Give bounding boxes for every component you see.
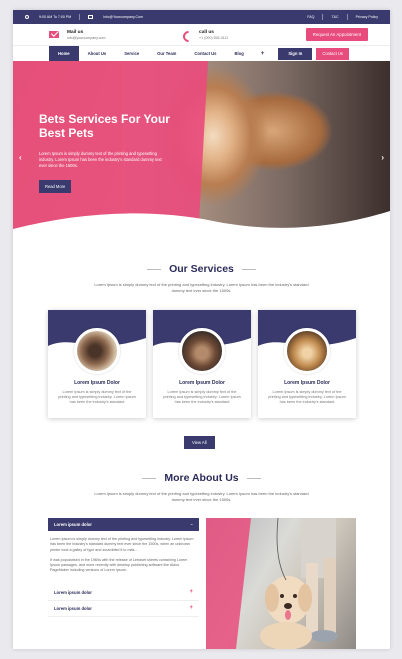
service-card[interactable]: Lorem Ipsum Dolor Lorem Ipsum is simply … [258,310,356,418]
nav-item-blog[interactable]: Blog [226,46,253,61]
divider [147,268,162,270]
divider [246,477,261,479]
signin-button[interactable]: Sign In [278,47,313,60]
accordion-paragraph: It was popularised in the 1960s with the… [50,557,188,573]
nav-item-home[interactable]: Home [49,46,79,61]
card-title: Lorem Ipsum Dolor [284,380,330,386]
mail-icon [88,15,94,19]
service-cards: Lorem Ipsum Dolor Lorem Ipsum is simply … [48,310,356,418]
about-heading: More About Us [13,472,390,484]
about-title: More About Us [164,472,239,484]
accordion-item[interactable]: Lorem ipsum dolor + [48,601,199,617]
accordion-header-open[interactable]: Lorem ipsum dolor − [48,518,199,531]
divider [241,268,256,270]
about-image [206,518,356,649]
services-description: Lorem Ipsum is simply dummy text of the … [94,282,309,293]
mail-value[interactable]: info@yourcompany.com [67,36,106,40]
plus-icon: + [189,589,193,596]
nav-item-team[interactable]: Our Team [148,46,185,61]
page: 9:00 AM To 7:00 PM Info@Yourcompany.Com … [13,10,390,649]
link-tc[interactable]: T&C [331,15,338,19]
divider [322,14,324,20]
view-all-button[interactable]: View All [184,436,215,449]
call-label: call us [199,29,214,35]
services-heading: Our Services [13,263,390,275]
service-image [179,328,225,374]
about-image-art [206,518,338,649]
accordion-title: Lorem ipsum dolor [54,522,92,527]
plus-icon: + [189,605,193,612]
top-bar: 9:00 AM To 7:00 PM Info@Yourcompany.Com … [13,10,390,24]
nav-item-contact[interactable]: Contact Us [185,46,225,61]
card-title: Lorem Ipsum Dolor [74,380,120,386]
link-privacy[interactable]: Privacy Policy [356,15,378,19]
accordion-item[interactable]: Lorem ipsum dolor + [48,585,199,601]
accordion-body: Lorem Ipsum is simply dummy text of the … [48,531,199,585]
service-image [74,328,120,374]
minus-icon: − [190,522,193,527]
link-faq[interactable]: FAQ [307,15,314,19]
appointment-button[interactable]: Request An Appointment [305,28,368,41]
hero-title: Bets Services For Your Best Pets [39,112,170,140]
topbar-email[interactable]: Info@Yourcompany.Com [103,15,143,19]
contact-button[interactable]: Contact Us [316,47,350,60]
nav-item-about[interactable]: About Us [79,46,116,61]
next-arrow-icon[interactable]: › [381,153,384,162]
main-nav: Home About Us Service Our Team Contact U… [13,46,390,61]
card-text: Lorem Ipsum is simply dummy text of the … [58,390,136,405]
mail-label: Mail us [67,29,84,35]
accordion-item-title: Lorem ipsum dolor [54,605,92,611]
services-title: Our Services [169,263,234,275]
accordion-paragraph: Lorem Ipsum is simply dummy text of the … [50,537,194,552]
service-card[interactable]: Lorem Ipsum Dolor Lorem Ipsum is simply … [48,310,146,418]
read-more-button[interactable]: Read More [39,180,72,193]
divider [346,14,348,20]
call-contact: call us +1 (000) 555-0111 [183,30,228,40]
call-value[interactable]: +1 (000) 555-0111 [199,36,228,40]
plus-icon[interactable]: + [253,51,273,57]
clock-icon [25,15,29,19]
hero-text: Lorem Ipsum is simply dummy text of the … [39,151,162,168]
divider [142,477,157,479]
accordion-item-title: Lorem ipsum dolor [54,589,92,595]
hero-slider: Bets Services For Your Best Pets Lorem I… [13,61,390,241]
mail-contact: Mail us info@yourcompany.com [49,30,106,40]
divider [79,14,81,20]
prev-arrow-icon[interactable]: ‹ [19,153,22,162]
mail-icon [49,31,59,38]
header: Mail us info@yourcompany.com call us +1 … [13,24,390,46]
nav-item-service[interactable]: Service [115,46,148,61]
service-image [284,328,330,374]
card-title: Lorem Ipsum Dolor [179,380,225,386]
about-description: Lorem Ipsum is simply dummy text of the … [94,491,309,502]
card-text: Lorem Ipsum is simply dummy text of the … [268,390,346,405]
phone-icon [183,31,191,39]
card-text: Lorem Ipsum is simply dummy text of the … [163,390,241,405]
service-card[interactable]: Lorem Ipsum Dolor Lorem Ipsum is simply … [153,310,251,418]
accordion: Lorem ipsum dolor − Lorem Ipsum is simpl… [48,518,199,617]
hours-text: 9:00 AM To 7:00 PM [39,15,72,19]
